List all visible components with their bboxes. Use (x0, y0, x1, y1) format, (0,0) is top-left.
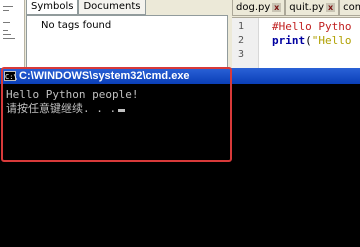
ide-window: Symbols Documents No tags found dog.py x… (0, 0, 360, 70)
symbols-list: No tags found (26, 15, 228, 70)
file-tab-dog[interactable]: dog.py x (232, 0, 286, 16)
line-number: 1 (238, 21, 245, 32)
cmd-icon: C:\ (4, 71, 18, 81)
console-output-line: Hello Python people! (6, 88, 139, 101)
code-editor[interactable]: 1 #Hello Pytho 2 print("Hello 3 (232, 17, 360, 69)
cmd-window[interactable]: C:\ C:\WINDOWS\system32\cmd.exe Hello Py… (0, 68, 360, 247)
side-panel-tabs: Symbols Documents (26, 0, 146, 15)
tab-symbols[interactable]: Symbols (26, 0, 79, 15)
code-paren: ( (305, 34, 312, 47)
cmd-titlebar[interactable]: C:\ C:\WINDOWS\system32\cmd.exe (0, 68, 360, 84)
code-keyword: print (272, 34, 306, 47)
console-output-line: 请按任意键继续. . . (6, 102, 126, 116)
file-tabs: dog.py x quit.py x com (232, 0, 360, 16)
tab-documents[interactable]: Documents (78, 0, 146, 15)
code-statement: print("Hello (272, 34, 352, 48)
cmd-title: C:\WINDOWS\system32\cmd.exe (19, 70, 190, 82)
code-string: "Hello (311, 34, 352, 47)
console-prompt-text: 请按任意键继续. . . (6, 102, 117, 115)
close-icon[interactable]: x (326, 3, 336, 12)
screen: Symbols Documents No tags found dog.py x… (0, 0, 360, 247)
symbols-panel: Symbols Documents No tags found (26, 0, 230, 70)
file-tab-label: dog.py (236, 2, 271, 13)
file-tab-quit[interactable]: quit.py x (285, 0, 340, 16)
cmd-console[interactable]: Hello Python people! 请按任意键继续. . . (0, 84, 360, 247)
left-strip (0, 0, 25, 68)
file-tab-label: com (343, 2, 360, 13)
code-comment: #Hello Pytho (272, 20, 352, 33)
file-tab-com[interactable]: com (339, 0, 360, 16)
no-tags-message: No tags found (41, 20, 112, 31)
editor-area: dog.py x quit.py x com 1 #Hello Pytho 2 … (230, 0, 360, 69)
file-tab-label: quit.py (289, 2, 325, 13)
close-icon[interactable]: x (272, 3, 282, 12)
line-gutter (232, 18, 259, 69)
line-number: 2 (238, 35, 245, 46)
cursor-icon (118, 109, 126, 112)
line-number: 3 (238, 49, 245, 60)
